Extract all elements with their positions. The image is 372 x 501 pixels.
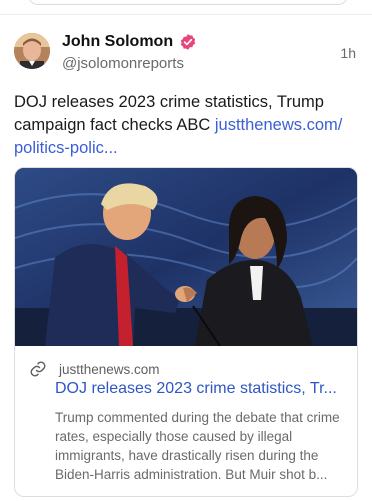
- post-timestamp: 1h: [340, 45, 356, 61]
- link-domain-row: justthenews.com: [29, 360, 160, 378]
- link-title[interactable]: DOJ releases 2023 crime statistics, Tr..…: [55, 380, 347, 398]
- link-description: Trump commented during the debate that c…: [55, 410, 340, 482]
- link-preview-card[interactable]: justthenews.com DOJ releases 2023 crime …: [14, 167, 358, 497]
- post[interactable]: John Solomon @jsolomonreports 1h DOJ rel…: [0, 14, 372, 501]
- author-name[interactable]: John Solomon: [62, 33, 173, 51]
- author-row: John Solomon: [62, 33, 197, 51]
- post-header: John Solomon @jsolomonreports 1h: [14, 33, 358, 77]
- author-handle[interactable]: @jsolomonreports: [62, 55, 184, 72]
- avatar[interactable]: [14, 33, 50, 69]
- link-domain: justthenews.com: [59, 361, 160, 377]
- post-text: DOJ releases 2023 crime statistics, Trum…: [14, 91, 358, 160]
- link-preview-image[interactable]: [15, 168, 357, 346]
- link-chain-icon: [29, 360, 47, 378]
- previous-post-card-edge: [28, 0, 348, 5]
- verified-badge-icon: [179, 33, 197, 51]
